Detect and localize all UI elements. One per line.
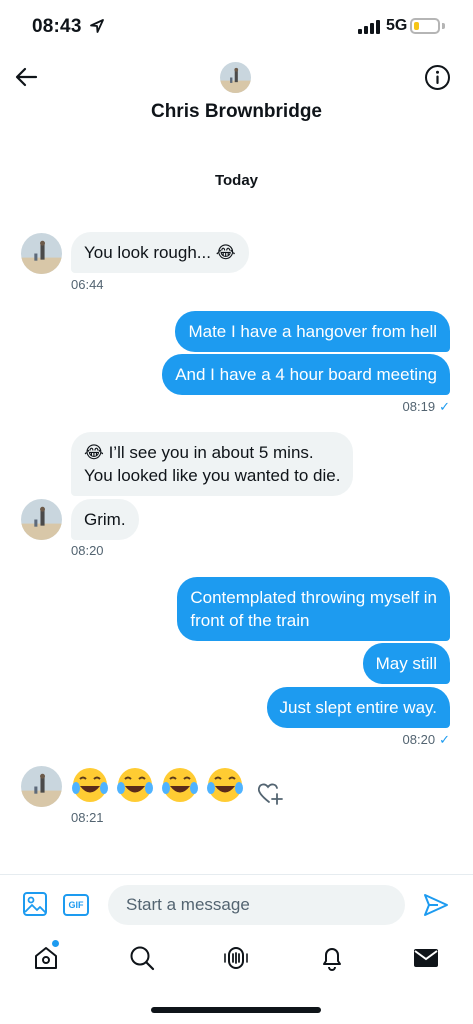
outgoing-message-bubble[interactable]: May still: [362, 643, 450, 684]
network-type: 5G: [386, 17, 408, 34]
back-arrow-icon[interactable]: [12, 62, 42, 92]
tears-of-joy-emoji: [161, 766, 199, 804]
message-input[interactable]: [108, 885, 405, 925]
message-line: front of the train: [190, 611, 310, 630]
message-composer: GIF: [0, 874, 473, 932]
add-reaction-icon[interactable]: [256, 780, 284, 806]
gif-button[interactable]: GIF: [63, 894, 89, 916]
tears-of-joy-emoji: [71, 766, 109, 804]
read-check-icon: ✓: [439, 732, 450, 747]
contact-avatar[interactable]: [220, 62, 251, 93]
message-line: 😂 I’ll see you in about 5 mins.: [84, 443, 314, 462]
send-icon[interactable]: [422, 892, 450, 918]
notification-dot: [52, 940, 59, 947]
sender-avatar[interactable]: [21, 766, 62, 807]
sender-avatar[interactable]: [21, 233, 62, 274]
messages-icon[interactable]: [412, 944, 440, 972]
image-icon[interactable]: [22, 891, 48, 917]
search-icon[interactable]: [128, 944, 156, 972]
message-line: You looked like you wanted to die.: [84, 466, 341, 485]
message-timestamp: 08:20: [71, 543, 104, 558]
bottom-navigation: [0, 932, 473, 992]
status-bar: 08:43 5G: [0, 0, 473, 52]
incoming-message-bubble[interactable]: You look rough... 😂: [71, 232, 249, 273]
home-icon[interactable]: [32, 944, 60, 972]
date-separator: Today: [214, 172, 259, 189]
tears-of-joy-emoji: [116, 766, 154, 804]
signal-icon: [358, 20, 380, 34]
spaces-icon[interactable]: [222, 944, 250, 972]
message-timestamp: 08:19 ✓: [402, 399, 450, 414]
status-time: 08:43: [32, 16, 82, 37]
battery-icon: [410, 18, 440, 34]
incoming-message-bubble[interactable]: Grim.: [71, 499, 139, 540]
message-timestamp: 06:44: [71, 277, 104, 292]
sender-avatar[interactable]: [21, 499, 62, 540]
outgoing-message-bubble[interactable]: Mate I have a hangover from hell: [175, 311, 450, 352]
contact-name[interactable]: Chris Brownbridge: [0, 101, 473, 123]
home-indicator: [151, 1007, 321, 1013]
outgoing-message-bubble[interactable]: And I have a 4 hour board meeting: [162, 354, 450, 395]
outgoing-message-bubble[interactable]: Just slept entire way.: [266, 687, 450, 728]
battery-cap: [442, 23, 445, 29]
incoming-message-bubble[interactable]: 😂 I’ll see you in about 5 mins. You look…: [71, 432, 354, 496]
message-line: Contemplated throwing myself in: [190, 588, 437, 607]
tears-of-joy-emoji: [206, 766, 244, 804]
location-arrow-icon: [90, 19, 104, 33]
message-timestamp: 08:20 ✓: [402, 732, 450, 747]
read-check-icon: ✓: [439, 399, 450, 414]
conversation-header: Chris Brownbridge: [0, 52, 473, 138]
message-timestamp: 08:21: [71, 810, 104, 825]
notifications-icon[interactable]: [318, 944, 346, 972]
outgoing-message-bubble[interactable]: Contemplated throwing myself in front of…: [177, 577, 450, 641]
info-icon[interactable]: [424, 64, 451, 91]
